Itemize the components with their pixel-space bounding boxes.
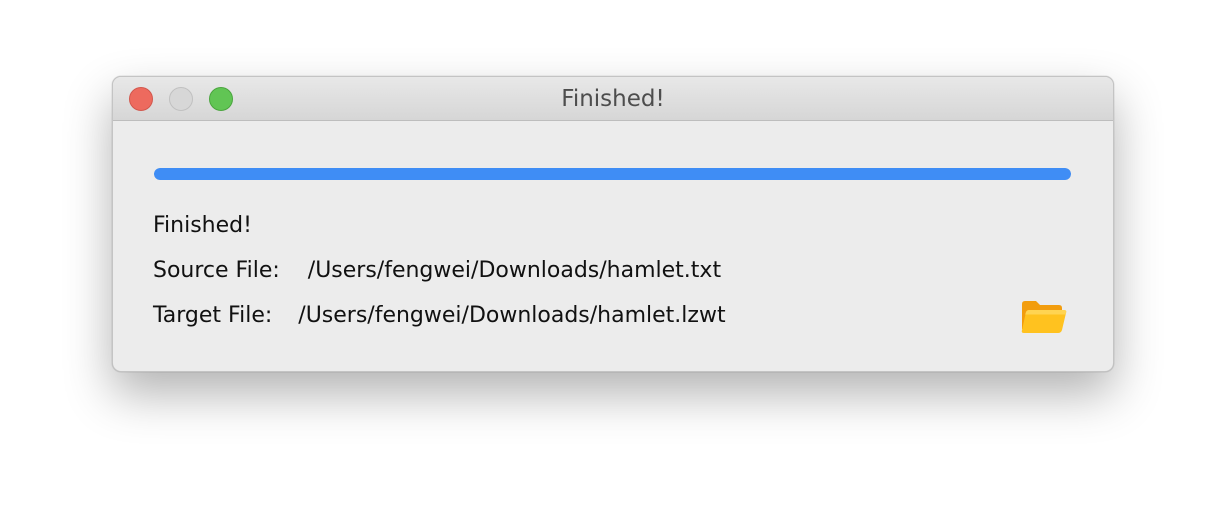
title-bar[interactable]: Finished! bbox=[113, 77, 1113, 121]
target-file-row: Target File: /Users/fengwei/Downloads/ham… bbox=[153, 303, 726, 328]
finished-dialog-window: Finished! Finished! Source File: /Users/f… bbox=[112, 76, 1114, 372]
source-file-label: Source File: bbox=[153, 258, 280, 283]
target-file-label: Target File: bbox=[153, 303, 273, 328]
source-file-path: /Users/fengwei/Downloads/hamlet.txt bbox=[307, 258, 722, 283]
dialog-content: Finished! Source File: /Users/fengwei/Dow… bbox=[113, 121, 1113, 371]
target-file-path: /Users/fengwei/Downloads/hamlet.lzwt bbox=[298, 303, 726, 328]
window-title: Finished! bbox=[561, 86, 665, 112]
progress-bar-fill bbox=[154, 168, 1071, 180]
source-file-row: Source File: /Users/fengwei/Downloads/ham… bbox=[153, 258, 721, 283]
progress-bar bbox=[154, 168, 1071, 180]
status-text: Finished! bbox=[153, 213, 252, 238]
folder-open-icon[interactable] bbox=[1021, 299, 1067, 335]
